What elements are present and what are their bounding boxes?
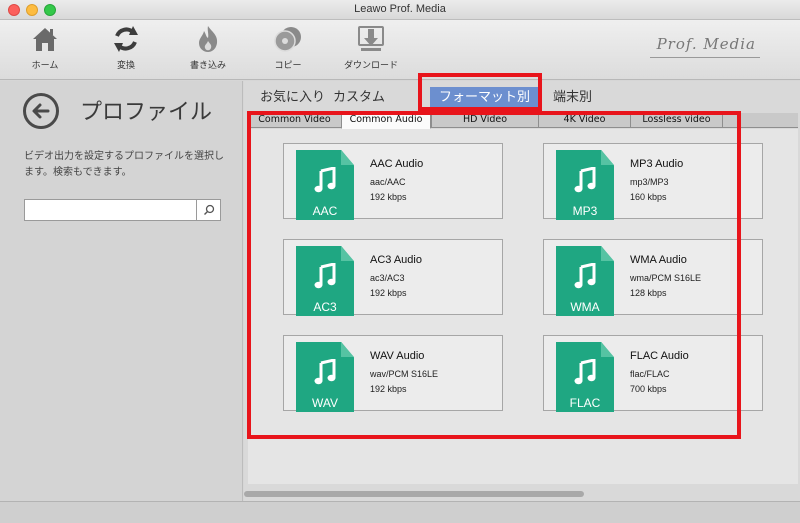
toolbar-burn-label: 書き込み	[189, 61, 226, 71]
tab-favorites[interactable]: お気に入り	[260, 87, 325, 109]
sidebar-title: プロファイル	[80, 100, 213, 125]
convert-icon	[114, 26, 138, 52]
horizontal-scrollbar[interactable]	[244, 491, 584, 497]
brand-logo: Prof. Media	[656, 35, 756, 53]
brand-underline	[650, 57, 760, 58]
tab-by-device[interactable]: 端末別	[553, 87, 592, 109]
search-icon	[203, 204, 214, 215]
toolbar-copy-button[interactable]: コピー	[258, 24, 318, 76]
status-bar	[0, 501, 800, 523]
toolbar-convert-button[interactable]: 変換	[96, 24, 156, 76]
tab-custom[interactable]: カスタム	[333, 87, 385, 109]
home-icon	[33, 28, 57, 51]
main-toolbar: ホーム 変換 書き込み コピー ダウンロード Prof. Media	[0, 20, 800, 80]
toolbar-download-label: ダウンロード	[343, 61, 398, 71]
search-input[interactable]	[24, 199, 197, 221]
toolbar-convert-label: 変換	[116, 61, 135, 71]
window-title: Leawo Prof. Media	[354, 3, 446, 15]
toolbar-home-label: ホーム	[31, 61, 59, 71]
sidebar: プロファイル ビデオ出力を設定するプロファイルを選択します。検索もできます。	[0, 81, 243, 501]
content-highlight-box	[247, 111, 741, 439]
burn-icon	[199, 26, 218, 52]
back-button[interactable]	[23, 93, 59, 129]
toolbar-home-button[interactable]: ホーム	[15, 24, 75, 76]
sidebar-description: ビデオ出力を設定するプロファイルを選択します。検索もできます。	[24, 151, 224, 178]
main-panel: お気に入り カスタム フォーマット別 端末別 Common Video Comm…	[244, 73, 800, 501]
search-box	[24, 199, 221, 221]
copy-icon	[274, 27, 301, 52]
title-bar: Leawo Prof. Media	[0, 0, 800, 20]
download-icon	[358, 26, 384, 51]
toolbar-copy-label: コピー	[274, 61, 302, 71]
search-button[interactable]	[197, 199, 221, 221]
toolbar-burn-button[interactable]: 書き込み	[178, 24, 238, 76]
arrow-left-icon	[32, 103, 50, 119]
tab-highlight-box	[418, 73, 542, 111]
toolbar-download-button[interactable]: ダウンロード	[341, 24, 401, 76]
